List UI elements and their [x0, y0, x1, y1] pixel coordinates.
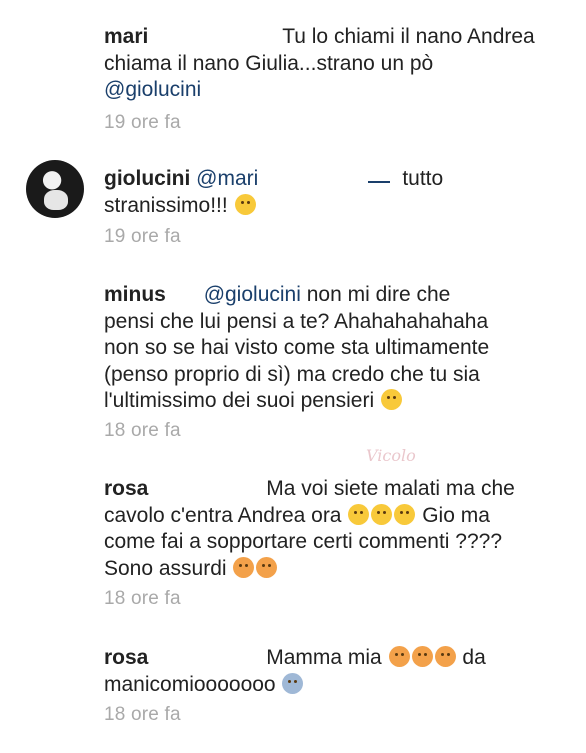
comment-body: manicomiooooooo [104, 672, 276, 696]
angry-emoji [411, 646, 433, 667]
comment-body: tutto [402, 167, 444, 190]
comment-body: l'ultimissimo dei suoi pensieri [104, 389, 375, 412]
comment-body: come fai a sopportare certi commenti ???… [104, 530, 503, 553]
comment-body: non so se hai visto come sta ultimamente [104, 336, 490, 359]
comment-username[interactable]: rosa [104, 477, 148, 500]
comment-body: pensi che lui pensi a te? Ahahahahahaha [104, 309, 489, 333]
angry-emoji [434, 646, 456, 667]
comment-body: Gio ma [422, 503, 490, 527]
comment-username[interactable]: rosa [104, 646, 148, 669]
mention-underline [368, 181, 391, 183]
comment-mention[interactable]: @mari [196, 167, 258, 190]
comment-text: rosa Mamma mia da manicomiooooooo [104, 645, 564, 698]
comment-body: Tu lo chiami il nano Andrea chiama il na… [104, 25, 535, 75]
comment-username[interactable]: giolucini [104, 167, 190, 190]
comment-username[interactable]: mari [104, 25, 148, 48]
comment-body: Ma voi siete malati ma che [266, 477, 515, 500]
comment-time: 18 ore fa [104, 704, 181, 725]
comment-body: (penso proprio di sì) ma credo che tu si… [104, 362, 480, 386]
comment-body: da [462, 646, 486, 669]
comment-mention[interactable]: @giolucini [104, 78, 201, 101]
laughing-emoji [380, 389, 402, 410]
laughing-emoji [394, 503, 416, 525]
comment-time: 19 ore fa [104, 112, 181, 133]
comment-time: 18 ore fa [104, 420, 181, 441]
scream-emoji [282, 672, 304, 694]
comment-text: mari Tu lo chiami il nano Andrea chiama … [104, 24, 564, 104]
comment-body: Mamma mia [266, 646, 382, 669]
smirk-emoji [234, 193, 256, 215]
angry-emoji [388, 646, 410, 667]
comment-text: minus @giolucini non mi dire che pensi c… [104, 282, 564, 415]
comment-mention[interactable]: @giolucini [204, 283, 301, 306]
laughing-emoji [371, 503, 393, 525]
avatar[interactable] [26, 160, 84, 218]
comment-body: cavolo c'entra Andrea ora [104, 503, 342, 527]
comment-body: Sono assurdi [104, 556, 227, 580]
comment-text: rosa Ma voi siete malati ma che cavolo c… [104, 476, 564, 582]
comment-body: non mi dire che [306, 283, 451, 306]
angry-emoji [233, 556, 255, 578]
comment-body: stranissimo!!! [104, 193, 228, 217]
comment-time: 19 ore fa [104, 226, 181, 247]
angry-emoji [256, 556, 278, 578]
comment-username[interactable]: minus [104, 283, 166, 306]
comment-time: 18 ore fa [104, 588, 181, 609]
laughing-emoji [348, 503, 370, 525]
comment-text: giolucini @mari tutto stranissimo!!! [104, 166, 564, 219]
